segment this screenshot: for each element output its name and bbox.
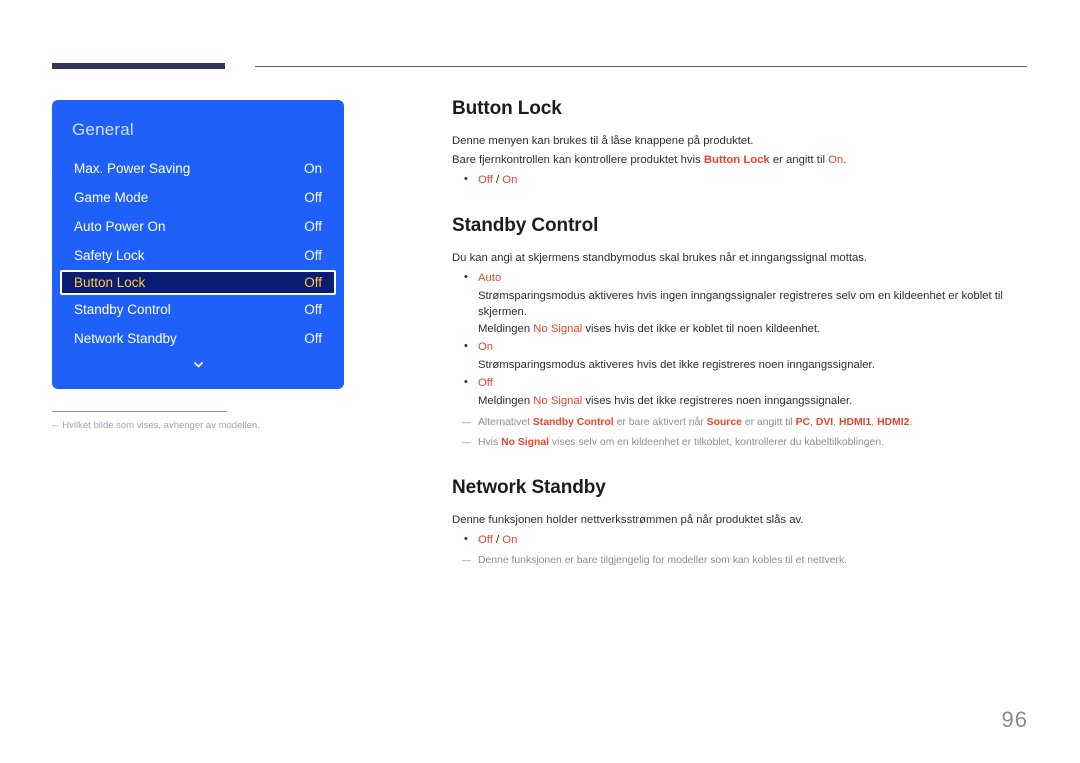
standby-control-intro: Du kan angi at skjermens standbymodus sk… bbox=[452, 252, 868, 264]
network-standby-intro: Denne funksjonen holder nettverksstrømme… bbox=[452, 514, 804, 526]
text-fragment: vises hvis det ikke registreres noen inn… bbox=[582, 395, 853, 407]
text-fragment: vises selv om en kildeenhet er tilkoblet… bbox=[549, 437, 885, 448]
text-fragment: vises hvis det ikke er koblet til noen k… bbox=[582, 323, 821, 335]
osd-row-network-standby[interactable]: Network Standby Off bbox=[52, 324, 344, 353]
option-auto: Auto bbox=[478, 272, 502, 284]
text-fragment: . bbox=[843, 154, 847, 166]
option-on: On bbox=[502, 534, 518, 546]
network-standby-options: Off / On bbox=[452, 531, 1030, 549]
option-off: Off bbox=[478, 377, 493, 389]
option-off-description: Meldingen No Signal vises hvis det ikke … bbox=[478, 393, 1030, 409]
osd-caption: – Hvilket bilde som vises, avhenger av m… bbox=[52, 419, 280, 432]
documentation-column: Button Lock Denne menyen kan brukes til … bbox=[452, 98, 1030, 569]
text-fragment: Meldingen bbox=[478, 323, 534, 335]
text-fragment: Meldingen bbox=[478, 395, 534, 407]
option-on-description: Strømsparingsmodus aktiveres hvis det ik… bbox=[478, 359, 875, 371]
osd-caption-block: – Hvilket bilde som vises, avhenger av m… bbox=[52, 411, 280, 432]
text-fragment: Bare fjernkontrollen kan kontrollere pro… bbox=[452, 154, 704, 166]
osd-row-button-lock-selected[interactable]: Button Lock Off bbox=[60, 270, 336, 295]
option-off: Off bbox=[478, 174, 493, 186]
text-fragment: er angitt til bbox=[741, 417, 796, 428]
term-source: Source bbox=[706, 417, 742, 428]
osd-menu-title: General bbox=[72, 120, 134, 139]
osd-row-value: Off bbox=[304, 248, 322, 263]
option-on: On bbox=[502, 174, 518, 186]
header-rule-thick bbox=[52, 63, 225, 69]
option-auto-note: Meldingen No Signal vises hvis det ikke … bbox=[478, 321, 1030, 337]
osd-row-value: Off bbox=[304, 219, 322, 234]
osd-row-game-mode[interactable]: Game Mode Off bbox=[52, 183, 344, 212]
list-item: Off / On bbox=[452, 531, 1030, 549]
term-on: On bbox=[828, 154, 844, 166]
option-separator: / bbox=[492, 534, 503, 546]
text-fragment: er angitt til bbox=[769, 154, 829, 166]
note-network-standby-availability: Denne funksjonen er bare tilgjengelig fo… bbox=[452, 552, 1030, 569]
list-item-off: Off Meldingen No Signal vises hvis det i… bbox=[452, 374, 1030, 409]
section-title-button-lock: Button Lock bbox=[452, 98, 562, 119]
osd-row-label: Network Standby bbox=[74, 331, 177, 346]
term-hdmi2: HDMI2 bbox=[877, 417, 910, 428]
standby-control-notes: Alternativet Standby Control er bare akt… bbox=[452, 414, 1030, 451]
term-standby-control: Standby Control bbox=[532, 417, 614, 428]
osd-row-value: Off bbox=[304, 302, 322, 317]
text-fragment: er bare aktivert når bbox=[613, 417, 707, 428]
caption-dash: – bbox=[52, 420, 58, 431]
standby-control-options: Auto Strømsparingsmodus aktiveres hvis i… bbox=[452, 269, 1030, 409]
term-button-lock: Button Lock bbox=[703, 154, 770, 166]
text-fragment: . bbox=[909, 417, 913, 428]
button-lock-line-1: Denne menyen kan brukes til å låse knapp… bbox=[452, 135, 754, 147]
header-rule-thin bbox=[255, 65, 1027, 67]
osd-column: General Max. Power Saving On Game Mode O… bbox=[52, 100, 344, 432]
note-standby-control-sources: Alternativet Standby Control er bare akt… bbox=[452, 414, 1030, 431]
osd-row-value: Off bbox=[304, 190, 322, 205]
chevron-down-icon bbox=[193, 359, 204, 370]
osd-row-safety-lock[interactable]: Safety Lock Off bbox=[52, 241, 344, 270]
osd-row-max-power-saving[interactable]: Max. Power Saving On bbox=[52, 154, 344, 183]
caption-text: Hvilket bilde som vises, avhenger av mod… bbox=[62, 420, 260, 431]
page-number: 96 bbox=[1001, 707, 1028, 732]
option-off: Off bbox=[478, 534, 493, 546]
osd-row-value: On bbox=[303, 161, 322, 176]
osd-row-auto-power-on[interactable]: Auto Power On Off bbox=[52, 212, 344, 241]
option-auto-description: Strømsparingsmodus aktiveres hvis ingen … bbox=[478, 290, 1003, 318]
section-title-standby-control: Standby Control bbox=[452, 215, 599, 236]
osd-scroll-more[interactable] bbox=[52, 353, 344, 373]
term-dvi: DVI bbox=[815, 417, 834, 428]
list-item-on: On Strømsparingsmodus aktiveres hvis det… bbox=[452, 338, 1030, 373]
text-fragment: Alternativet bbox=[478, 417, 533, 428]
osd-row-label: Safety Lock bbox=[74, 248, 145, 263]
term-no-signal: No Signal bbox=[501, 437, 550, 448]
term-pc: PC bbox=[795, 417, 811, 428]
list-item: Off / On bbox=[452, 171, 1030, 189]
term-no-signal: No Signal bbox=[533, 323, 583, 335]
osd-row-label: Game Mode bbox=[74, 190, 149, 205]
osd-row-label: Max. Power Saving bbox=[74, 161, 191, 176]
caption-divider bbox=[52, 411, 227, 412]
osd-row-label: Standby Control bbox=[74, 302, 171, 317]
osd-menu-panel: General Max. Power Saving On Game Mode O… bbox=[52, 100, 344, 389]
option-on: On bbox=[478, 341, 494, 353]
osd-row-standby-control[interactable]: Standby Control Off bbox=[52, 295, 344, 324]
osd-row-value: Off bbox=[304, 331, 322, 346]
term-hdmi1: HDMI1 bbox=[838, 417, 872, 428]
note-no-signal-cable: Hvis No Signal vises selv om en kildeenh… bbox=[452, 434, 1030, 451]
option-separator: / bbox=[492, 174, 503, 186]
list-item-auto: Auto Strømsparingsmodus aktiveres hvis i… bbox=[452, 269, 1030, 337]
text-fragment: Hvis bbox=[478, 437, 502, 448]
header-rules bbox=[52, 63, 1027, 69]
osd-row-label: Button Lock bbox=[74, 275, 146, 290]
button-lock-line-2: Bare fjernkontrollen kan kontrollere pro… bbox=[452, 152, 1030, 169]
osd-row-value: Off bbox=[304, 275, 322, 290]
term-no-signal: No Signal bbox=[533, 395, 583, 407]
osd-row-label: Auto Power On bbox=[74, 219, 166, 234]
section-title-network-standby: Network Standby bbox=[452, 477, 606, 498]
button-lock-options: Off / On bbox=[452, 171, 1030, 189]
